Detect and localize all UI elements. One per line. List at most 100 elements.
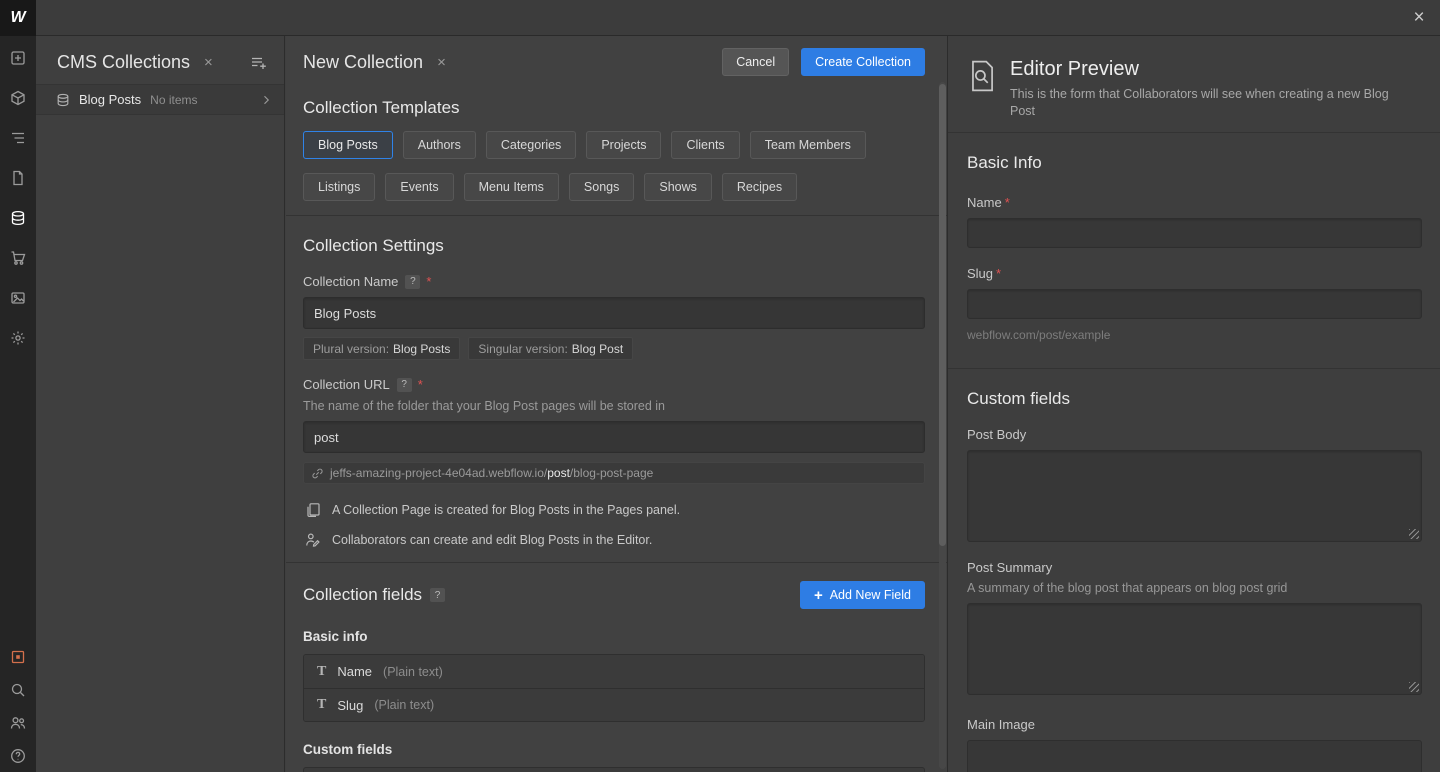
resize-grip-icon[interactable] <box>1409 528 1419 539</box>
collection-name-help-icon[interactable]: ? <box>405 274 421 289</box>
add-new-field-button[interactable]: + Add New Field <box>799 581 925 609</box>
close-designer-icon[interactable]: × <box>1404 0 1434 36</box>
editor-preview-panel: Editor Preview This is the form that Col… <box>947 36 1440 772</box>
add-elements-icon[interactable] <box>0 38 36 78</box>
collection-page-note-text: A Collection Page is created for Blog Po… <box>332 503 681 517</box>
navigator-icon[interactable] <box>0 118 36 158</box>
url-preview-slug: post <box>547 466 570 480</box>
pages-icon[interactable] <box>0 158 36 198</box>
components-icon[interactable] <box>0 78 36 118</box>
required-asterisk: * <box>426 274 432 289</box>
url-preview-text: jeffs-amazing-project-4e04ad.webflow.io/… <box>330 466 653 480</box>
collaborator-edit-icon <box>305 532 321 548</box>
template-chip-blog-posts[interactable]: Blog Posts <box>303 131 393 159</box>
preview-main-image-field[interactable] <box>967 739 1422 772</box>
new-collection-panel: New Collection × Cancel Create Collectio… <box>286 36 947 772</box>
main-scrollbar-thumb[interactable] <box>939 84 946 546</box>
close-cms-panel-icon[interactable]: × <box>200 52 217 73</box>
template-chip-authors[interactable]: Authors <box>402 131 476 159</box>
basic-field-list: T Name (Plain text) T Slug (Plain text) <box>303 654 925 722</box>
collection-settings-heading: Collection Settings <box>303 236 444 255</box>
plus-icon: + <box>813 586 823 604</box>
field-name: Name <box>337 664 373 679</box>
required-asterisk: * <box>1004 194 1010 210</box>
preview-post-body-label: Post Body <box>967 426 1027 442</box>
collection-fields-heading: Collection fields <box>303 585 423 604</box>
required-asterisk: * <box>417 377 423 392</box>
help-icon[interactable] <box>0 739 36 772</box>
resize-grip-icon[interactable] <box>1409 681 1419 692</box>
template-chip-menu-items[interactable]: Menu Items <box>463 173 559 201</box>
singular-version-badge: Singular version: Blog Post <box>468 337 634 360</box>
collection-name: Blog Posts <box>79 92 142 107</box>
collection-fields-help-icon[interactable]: ? <box>430 588 446 602</box>
collection-name-label: Collection Name <box>303 274 399 289</box>
collection-url-help-icon[interactable]: ? <box>396 377 412 392</box>
collection-list-item-blog-posts[interactable]: Blog Posts No items <box>36 84 284 115</box>
video-tutorials-icon[interactable] <box>0 640 36 673</box>
collection-page-note: A Collection Page is created for Blog Po… <box>303 502 925 518</box>
url-preview-bar[interactable]: jeffs-amazing-project-4e04ad.webflow.io/… <box>303 462 925 484</box>
collection-url-input[interactable] <box>303 421 925 453</box>
settings-icon[interactable] <box>0 318 36 358</box>
name-version-badges: Plural version: Blog Posts Singular vers… <box>303 337 925 360</box>
ecommerce-icon[interactable] <box>0 238 36 278</box>
preview-magnifier-doc-icon <box>967 59 997 120</box>
preview-slug-input[interactable] <box>967 288 1422 319</box>
template-chip-categories[interactable]: Categories <box>485 131 577 159</box>
plural-version-badge: Plural version: Blog Posts <box>303 337 461 360</box>
field-row-partial[interactable] <box>303 767 925 772</box>
preview-post-summary-help: A summary of the blog post that appears … <box>967 580 1288 595</box>
template-chip-listings[interactable]: Listings <box>303 173 376 201</box>
assets-icon[interactable] <box>0 278 36 318</box>
cms-icon[interactable] <box>0 198 36 238</box>
preview-post-summary-textarea[interactable] <box>967 602 1422 695</box>
custom-fields-group-heading: Custom fields <box>303 742 393 757</box>
template-chip-clients[interactable]: Clients <box>671 131 740 159</box>
collection-templates-heading: Collection Templates <box>303 98 460 117</box>
collection-url-description: The name of the folder that your Blog Po… <box>303 399 666 413</box>
add-collection-icon[interactable] <box>246 51 272 75</box>
editor-preview-subtitle: This is the form that Collaborators will… <box>1010 87 1389 118</box>
collection-name-input[interactable] <box>303 297 925 329</box>
preview-post-body-wrap <box>967 449 1422 542</box>
field-type: (Plain text) <box>383 664 443 679</box>
template-chip-shows[interactable]: Shows <box>644 173 712 201</box>
collection-fields-header: Collection fields ? + Add New Field <box>303 581 925 609</box>
template-chip-team-members[interactable]: Team Members <box>749 131 866 159</box>
editor-preview-title: Editor Preview <box>1010 58 1139 80</box>
preview-post-body-textarea[interactable] <box>967 449 1422 542</box>
cancel-button[interactable]: Cancel <box>722 48 790 76</box>
webflow-logo[interactable]: W <box>0 0 36 36</box>
template-row-1: Blog Posts Authors Categories Projects C… <box>303 131 925 159</box>
template-chip-recipes[interactable]: Recipes <box>721 173 798 201</box>
template-chip-projects[interactable]: Projects <box>586 131 662 159</box>
url-preview-suffix: /blog-post-page <box>569 466 654 480</box>
editor-preview-titles: Editor Preview This is the form that Col… <box>1010 58 1415 120</box>
close-new-collection-icon[interactable]: × <box>433 52 450 73</box>
new-collection-header: New Collection × Cancel Create Collectio… <box>303 36 925 78</box>
field-name: Slug <box>337 697 364 713</box>
preview-custom-fields-heading: Custom fields <box>967 388 1070 408</box>
template-chip-events[interactable]: Events <box>385 173 454 201</box>
template-row-2: Listings Events Menu Items Songs Shows R… <box>303 173 925 201</box>
new-collection-title: New Collection <box>303 51 424 72</box>
collection-database-icon <box>56 93 70 107</box>
add-new-field-label: Add New Field <box>829 588 911 602</box>
preview-slug-label: Slug * <box>967 266 1422 281</box>
collection-url-label: Collection URL <box>303 377 390 392</box>
left-toolbar <box>0 36 36 772</box>
divider <box>948 367 1440 369</box>
create-collection-button[interactable]: Create Collection <box>801 48 925 76</box>
collection-item-count: No items <box>150 92 198 107</box>
field-row-slug[interactable]: T Slug (Plain text) <box>304 688 924 721</box>
collection-name-label-row: Collection Name ? * <box>303 274 925 289</box>
search-icon[interactable] <box>0 673 36 706</box>
plural-version-value: Blog Posts <box>393 341 451 356</box>
template-chip-songs[interactable]: Songs <box>568 173 635 201</box>
field-row-name[interactable]: T Name (Plain text) <box>304 655 924 688</box>
preview-post-summary-wrap <box>967 602 1422 695</box>
collaborators-note: Collaborators can create and edit Blog P… <box>303 532 925 548</box>
community-icon[interactable] <box>0 706 36 739</box>
preview-name-input[interactable] <box>967 217 1422 248</box>
